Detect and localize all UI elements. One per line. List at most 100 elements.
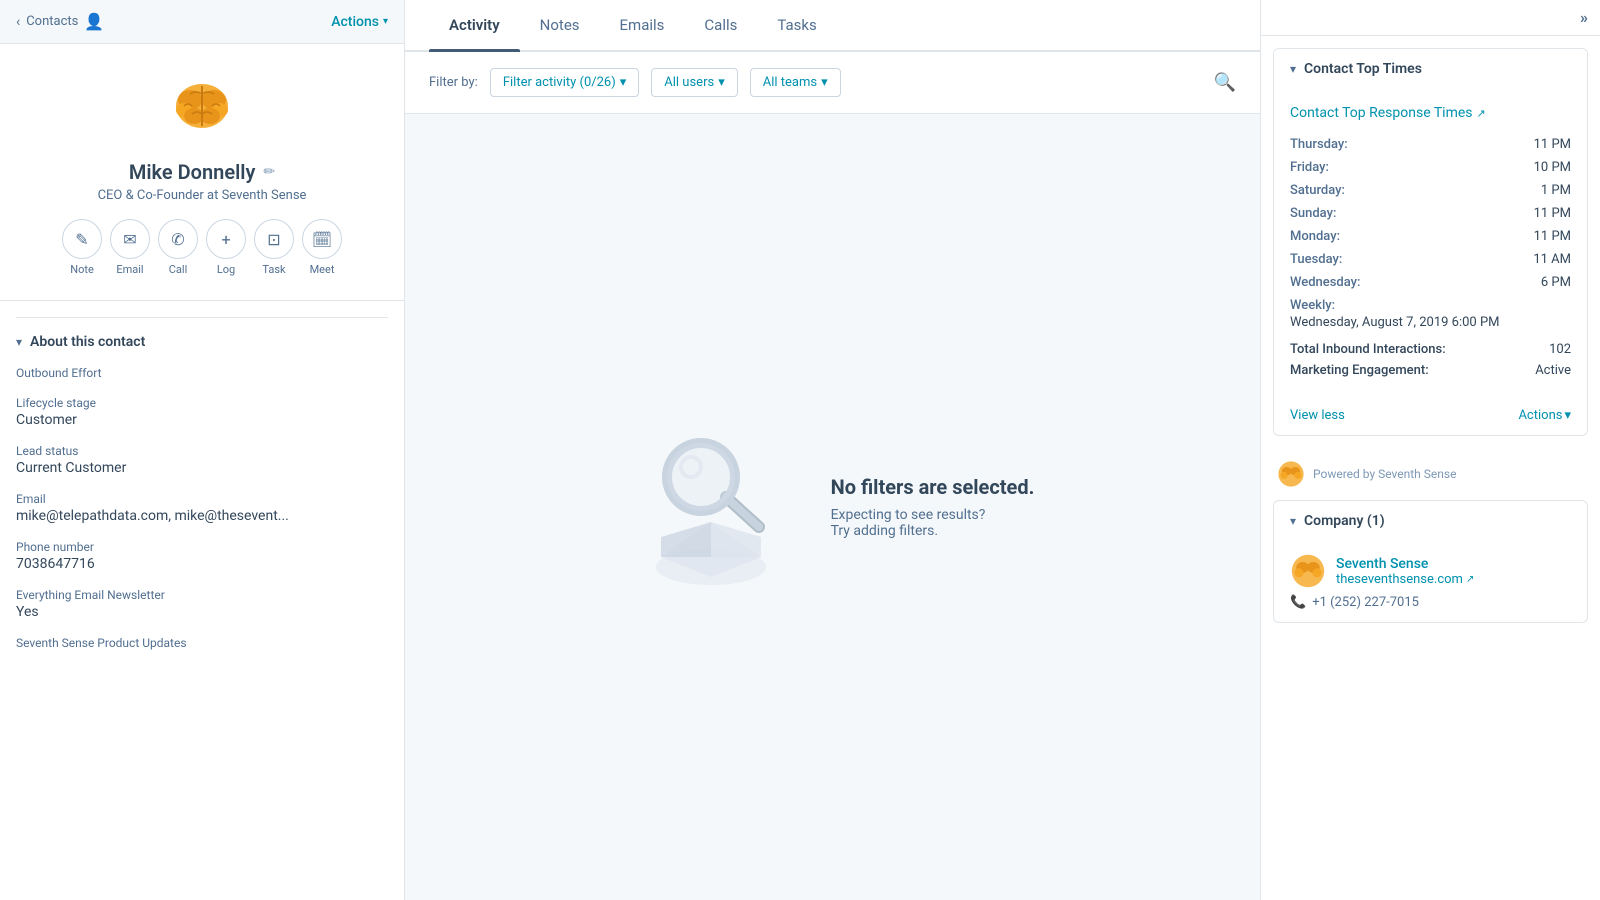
contact-top-times-header[interactable]: ▾ Contact Top Times bbox=[1274, 49, 1587, 89]
monday-value: 11 PM bbox=[1534, 229, 1571, 244]
call-button[interactable]: ✆ Call bbox=[158, 219, 198, 276]
filter-users-button[interactable]: All users ▾ bbox=[651, 68, 737, 97]
contact-top-times-body: Contact Top Response Times ↗ Thursday: 1… bbox=[1274, 89, 1587, 400]
tuesday-label: Tuesday: bbox=[1290, 252, 1342, 267]
company-section-title: Company (1) bbox=[1304, 513, 1385, 529]
company-domain[interactable]: theseventhsense.com ↗ bbox=[1336, 572, 1474, 587]
monday-label: Monday: bbox=[1290, 229, 1340, 244]
company-section-body: Seventh Sense theseventhsense.com ↗ 📞 +1… bbox=[1274, 541, 1587, 622]
marketing-engagement-value: Active bbox=[1535, 363, 1571, 378]
edit-contact-icon[interactable]: ✏ bbox=[263, 164, 275, 180]
tab-activity[interactable]: Activity bbox=[429, 0, 520, 50]
outbound-effort-field: Outbound Effort bbox=[16, 366, 388, 380]
about-header[interactable]: ▾ About this contact bbox=[16, 334, 388, 350]
empty-state-text: No filters are selected. Expecting to se… bbox=[831, 475, 1035, 539]
filter-bar: Filter by: Filter activity (0/26) ▾ All … bbox=[405, 52, 1260, 114]
wednesday-value: 6 PM bbox=[1541, 275, 1571, 290]
phone-icon: 📞 bbox=[1290, 595, 1306, 610]
note-button[interactable]: ✎ Note bbox=[62, 219, 102, 276]
contact-top-times-card: ▾ Contact Top Times Contact Top Response… bbox=[1273, 48, 1588, 436]
phone-label: Phone number bbox=[16, 540, 388, 554]
right-panel-header: » bbox=[1261, 0, 1600, 36]
tab-calls[interactable]: Calls bbox=[684, 0, 757, 50]
company-phone-row: 📞 +1 (252) 227-7015 bbox=[1290, 595, 1571, 610]
contact-avatar bbox=[162, 68, 242, 148]
sunday-label: Sunday: bbox=[1290, 206, 1336, 221]
main-content: Activity Notes Emails Calls Tasks Filter… bbox=[405, 0, 1260, 900]
total-inbound-label: Total Inbound Interactions: bbox=[1290, 342, 1446, 357]
newsletter-value: Yes bbox=[16, 604, 388, 620]
phone-field: Phone number 7038647716 bbox=[16, 540, 388, 572]
email-button[interactable]: ✉ Email bbox=[110, 219, 150, 276]
top-times-actions-button[interactable]: Actions ▾ bbox=[1518, 408, 1571, 423]
empty-state: No filters are selected. Expecting to se… bbox=[405, 114, 1260, 900]
total-inbound-row: Total Inbound Interactions: 102 bbox=[1290, 342, 1571, 357]
lead-status-label: Lead status bbox=[16, 444, 388, 458]
tab-tasks[interactable]: Tasks bbox=[757, 0, 836, 50]
sidebar-actions-button[interactable]: Actions ▾ bbox=[331, 14, 388, 30]
contact-profile: Mike Donnelly ✏ CEO & Co-Founder at Seve… bbox=[0, 44, 404, 301]
back-to-contacts[interactable]: ‹ Contacts 👤 bbox=[16, 12, 104, 31]
contact-name-row: Mike Donnelly ✏ bbox=[129, 160, 275, 184]
contact-name: Mike Donnelly bbox=[129, 160, 256, 184]
company-section-header[interactable]: ▾ Company (1) bbox=[1274, 501, 1587, 541]
call-label: Call bbox=[169, 263, 188, 276]
collapse-panel-button[interactable]: » bbox=[1580, 8, 1588, 27]
back-label: Contacts bbox=[26, 14, 78, 29]
log-button[interactable]: + Log bbox=[206, 219, 246, 276]
company-row: Seventh Sense theseventhsense.com ↗ bbox=[1290, 553, 1571, 589]
no-filters-heading: No filters are selected. bbox=[831, 475, 1035, 499]
weekly-time-row: Weekly: Wednesday, August 7, 2019 6:00 P… bbox=[1290, 298, 1571, 330]
about-section: ▾ About this contact Outbound Effort Lif… bbox=[0, 301, 404, 682]
email-label: Email bbox=[116, 263, 143, 276]
company-phone-value: +1 (252) 227-7015 bbox=[1312, 595, 1419, 610]
right-panel: » ▾ Contact Top Times Contact Top Respon… bbox=[1260, 0, 1600, 900]
powered-by-text: Powered by Seventh Sense bbox=[1313, 467, 1456, 481]
note-label: Note bbox=[70, 263, 94, 276]
filter-teams-dropdown-icon: ▾ bbox=[821, 75, 828, 90]
no-filters-illustration bbox=[631, 422, 791, 592]
saturday-time-row: Saturday: 1 PM bbox=[1290, 183, 1571, 198]
task-button[interactable]: ⊡ Task bbox=[254, 219, 294, 276]
top-times-collapse-icon: ▾ bbox=[1290, 62, 1296, 76]
log-label: Log bbox=[217, 263, 235, 276]
sidebar-actions-label: Actions bbox=[331, 14, 379, 30]
lead-status-value: Current Customer bbox=[16, 460, 388, 476]
person-icon: 👤 bbox=[84, 12, 104, 31]
company-name[interactable]: Seventh Sense bbox=[1336, 556, 1474, 572]
tuesday-time-row: Tuesday: 11 AM bbox=[1290, 252, 1571, 267]
newsletter-field: Everything Email Newsletter Yes bbox=[16, 588, 388, 620]
empty-state-subtext2: Try adding filters. bbox=[831, 523, 1035, 539]
contact-top-times-footer: View less Actions ▾ bbox=[1274, 400, 1587, 435]
email-label-text: Email bbox=[16, 492, 388, 506]
contact-top-times-title: Contact Top Times bbox=[1304, 61, 1422, 77]
empty-state-subtext1: Expecting to see results? bbox=[831, 507, 1035, 523]
sunday-value: 11 PM bbox=[1534, 206, 1571, 221]
lead-status-field: Lead status Current Customer bbox=[16, 444, 388, 476]
saturday-value: 1 PM bbox=[1541, 183, 1571, 198]
contact-top-response-times-link[interactable]: Contact Top Response Times ↗ bbox=[1290, 105, 1571, 121]
tab-notes[interactable]: Notes bbox=[520, 0, 600, 50]
newsletter-label: Everything Email Newsletter bbox=[16, 588, 388, 602]
phone-value: 7038647716 bbox=[16, 556, 388, 572]
email-value: mike@telepathdata.com, mike@thesevent... bbox=[16, 508, 388, 524]
company-section: ▾ Company (1) Seventh Sense theseventhse… bbox=[1273, 500, 1588, 623]
search-button[interactable]: 🔍 bbox=[1214, 72, 1236, 93]
filter-teams-button[interactable]: All teams ▾ bbox=[750, 68, 841, 97]
sunday-time-row: Sunday: 11 PM bbox=[1290, 206, 1571, 221]
tab-emails[interactable]: Emails bbox=[600, 0, 685, 50]
sidebar-header: ‹ Contacts 👤 Actions ▾ bbox=[0, 0, 404, 44]
tuesday-value: 11 AM bbox=[1533, 252, 1571, 267]
lifecycle-stage-label: Lifecycle stage bbox=[16, 396, 388, 410]
filter-activity-button[interactable]: Filter activity (0/26) ▾ bbox=[490, 68, 639, 97]
weekly-label: Weekly: bbox=[1290, 298, 1571, 313]
tabs-bar: Activity Notes Emails Calls Tasks bbox=[405, 0, 1260, 52]
marketing-engagement-row: Marketing Engagement: Active bbox=[1290, 363, 1571, 378]
company-chevron-icon: ▾ bbox=[1290, 514, 1296, 528]
thursday-value: 11 PM bbox=[1534, 137, 1571, 152]
meet-button[interactable]: 🗓 Meet bbox=[302, 219, 342, 276]
left-sidebar: ‹ Contacts 👤 Actions ▾ bbox=[0, 0, 405, 900]
seventh-sense-logo-small bbox=[1277, 460, 1305, 488]
view-less-button[interactable]: View less bbox=[1290, 408, 1345, 423]
action-buttons-row: ✎ Note ✉ Email ✆ Call + Log ⊡ Task 🗓 Mee… bbox=[62, 219, 342, 276]
